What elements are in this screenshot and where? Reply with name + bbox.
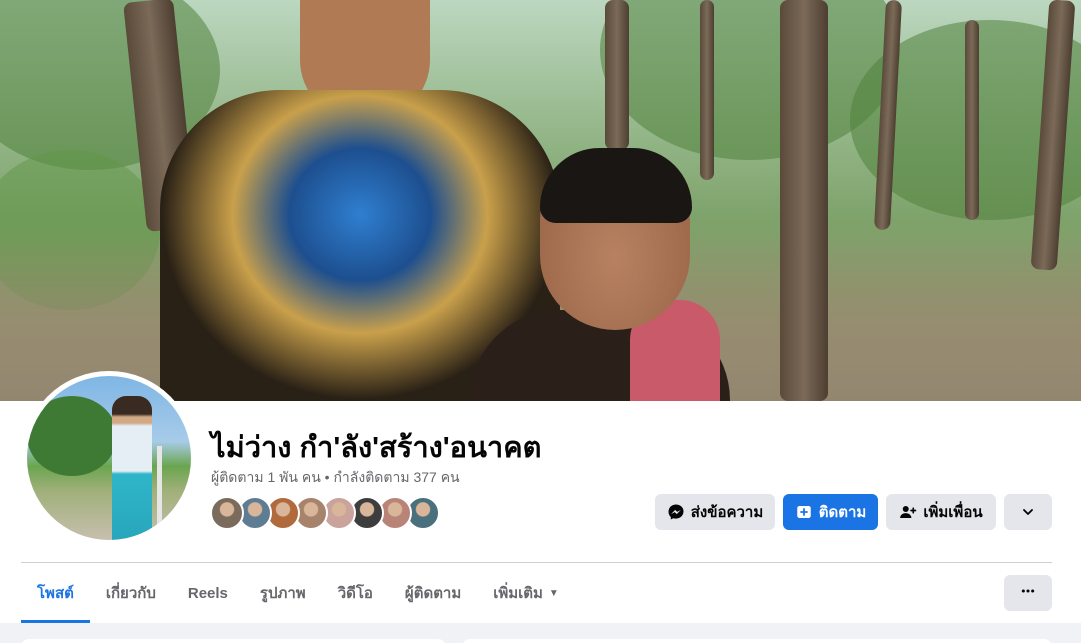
- chevron-down-icon: [1019, 503, 1037, 521]
- tab-item[interactable]: วิดีโอ: [322, 563, 389, 623]
- tab-item[interactable]: โพสต์: [21, 563, 90, 623]
- caret-down-icon: ▼: [548, 587, 559, 599]
- add-friend-button-label: เพิ่มเพื่อน: [923, 504, 983, 521]
- tab-item[interactable]: เกี่ยวกับ: [90, 563, 172, 623]
- ellipsis-icon: [1020, 583, 1036, 604]
- follow-plus-icon: [795, 503, 813, 521]
- tab-label: โพสต์: [37, 585, 74, 602]
- messenger-icon: [667, 503, 685, 521]
- message-button[interactable]: ส่งข้อความ: [655, 494, 775, 530]
- profile-page: ไม่ว่าง กำ'ลัง'สร้าง'อนาคต ผู้ติดตาม 1 พ…: [0, 0, 1081, 643]
- tab-label: เพิ่มเติม: [493, 585, 543, 602]
- profile-more-button[interactable]: [1004, 494, 1052, 530]
- tab-item[interactable]: เพิ่มเติม ▼: [477, 563, 575, 623]
- tab-item[interactable]: รูปภาพ: [244, 563, 322, 623]
- tab-label: ผู้ติดตาม: [404, 585, 462, 602]
- follow-button-label: ติดตาม: [818, 504, 867, 521]
- profile-picture[interactable]: [27, 376, 191, 540]
- tab-label: รูปภาพ: [259, 585, 306, 602]
- tab-label: เกี่ยวกับ: [105, 585, 156, 602]
- add-person-icon: [899, 503, 917, 521]
- message-button-label: ส่งข้อความ: [690, 504, 764, 521]
- tabs-more-button[interactable]: [1004, 575, 1052, 611]
- tab-item[interactable]: ผู้ติดตาม: [389, 563, 477, 623]
- profile-tabs: โพสต์ เกี่ยวกับ Reels รูปภาพ วิดีโอ ผู้ติดตาม…: [21, 563, 575, 623]
- mutual-friends-avatars[interactable]: [210, 496, 440, 530]
- tab-label: Reels: [187, 584, 228, 602]
- tab-label: วิดีโอ: [337, 585, 373, 602]
- tab-item[interactable]: Reels: [172, 563, 244, 623]
- add-friend-button[interactable]: เพิ่มเพื่อน: [886, 494, 996, 530]
- intro-card: [21, 639, 446, 643]
- profile-name: ไม่ว่าง กำ'ลัง'สร้าง'อนาคต: [211, 432, 542, 464]
- friend-avatar[interactable]: [210, 496, 244, 530]
- follow-button[interactable]: ติดตาม: [783, 494, 878, 530]
- follower-stats[interactable]: ผู้ติดตาม 1 พัน คน • กำลังติดตาม 377 คน: [211, 467, 460, 489]
- posts-card: [462, 639, 1052, 643]
- cover-photo[interactable]: [0, 0, 1081, 401]
